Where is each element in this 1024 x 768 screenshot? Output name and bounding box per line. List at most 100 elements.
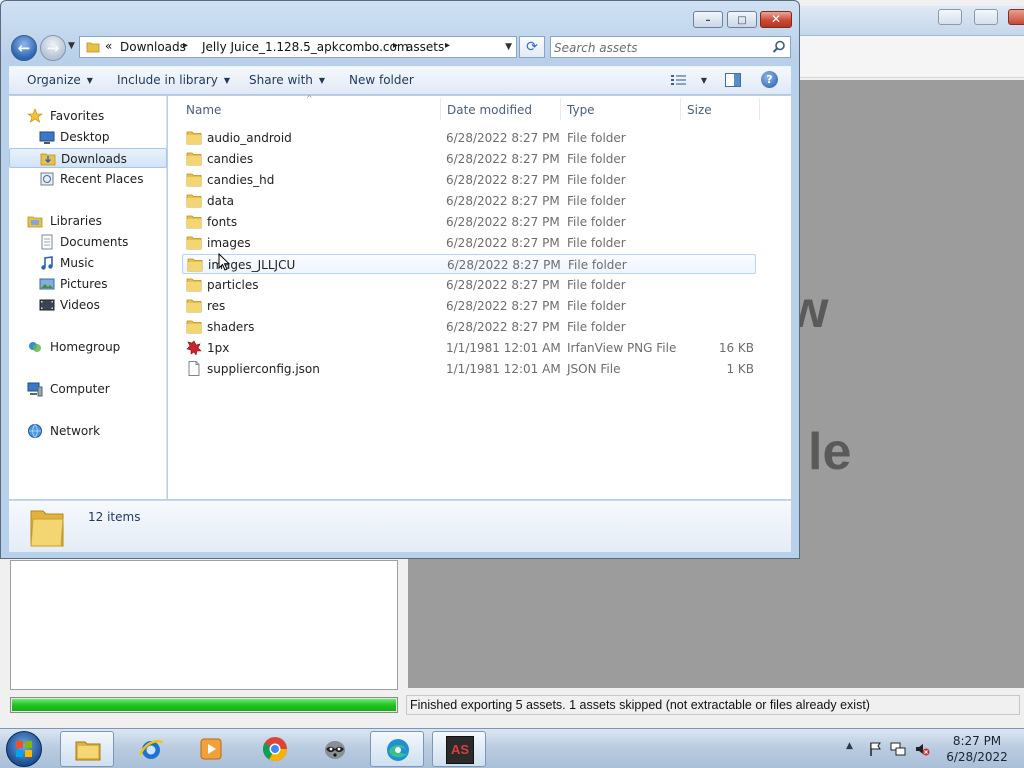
minimize-button[interactable]: – <box>693 11 723 28</box>
libraries-icon <box>27 216 43 228</box>
windows-explorer-icon <box>75 741 101 761</box>
column-divider[interactable] <box>560 98 561 120</box>
taskbar-media-player[interactable] <box>184 731 238 767</box>
column-divider[interactable] <box>680 98 681 120</box>
nav-videos-label: Videos <box>60 298 100 312</box>
taskbar-raccoon-app[interactable] <box>308 731 362 767</box>
file-name: 1px <box>207 341 230 355</box>
column-header-type[interactable]: Type <box>567 103 595 117</box>
background-close-button[interactable] <box>1008 9 1024 25</box>
nav-computer-label: Computer <box>50 382 110 396</box>
back-button[interactable]: ← <box>11 35 37 61</box>
search-box[interactable] <box>550 36 791 58</box>
taskbar-explorer[interactable] <box>60 731 114 767</box>
refresh-button[interactable]: ⟳ <box>519 36 545 58</box>
address-bar[interactable]: « Downloads ▸ Jelly Juice_1.128.5_apkcom… <box>79 36 517 58</box>
organize-menu[interactable]: Organize ▼ <box>27 73 93 87</box>
breadcrumb-overflow[interactable]: « <box>105 39 112 53</box>
nav-libraries[interactable]: Libraries <box>9 211 167 231</box>
file-row[interactable]: particles 6/28/2022 8:27 PM File folder <box>182 275 756 295</box>
file-row[interactable]: 1px 1/1/1981 12:01 AM IrfanView PNG File… <box>182 338 756 358</box>
file-date: 6/28/2022 8:27 PM <box>446 236 560 250</box>
file-size: 16 KB <box>718 341 754 355</box>
file-type: File folder <box>567 236 626 250</box>
nav-videos[interactable]: Videos <box>9 295 167 315</box>
background-maximize-button[interactable] <box>974 9 998 25</box>
close-button[interactable]: ✕ <box>760 11 792 28</box>
taskbar-edge[interactable] <box>370 731 424 767</box>
search-input[interactable] <box>554 39 764 56</box>
clock-time[interactable]: 8:27 PM <box>942 734 1012 748</box>
nav-documents[interactable]: Documents <box>9 232 167 252</box>
nav-computer[interactable]: Computer <box>9 379 167 399</box>
column-divider[interactable] <box>759 98 760 120</box>
file-row[interactable]: fonts 6/28/2022 8:27 PM File folder <box>182 212 756 232</box>
action-center-flag-icon[interactable] <box>868 741 884 757</box>
column-divider[interactable] <box>440 98 441 120</box>
breadcrumb-assets[interactable]: assets <box>406 40 444 54</box>
background-minimize-button[interactable] <box>938 9 962 25</box>
help-button[interactable]: ? <box>761 71 778 88</box>
preview-pane-button[interactable] <box>725 73 741 87</box>
file-row[interactable]: shaders 6/28/2022 8:27 PM File folder <box>182 317 756 337</box>
network-icon <box>28 424 42 438</box>
file-row[interactable]: images_JLLJCU 6/28/2022 8:27 PM File fol… <box>182 254 756 274</box>
file-row[interactable]: supplierconfig.json 1/1/1981 12:01 AM JS… <box>182 359 756 379</box>
network-tray-icon[interactable] <box>890 741 906 757</box>
address-dropdown-icon[interactable]: ▼ <box>505 42 512 52</box>
share-with-menu[interactable]: Share with ▼ <box>249 73 325 87</box>
volume-muted-icon[interactable] <box>914 741 930 757</box>
breadcrumb-separator[interactable]: ▸ <box>445 40 450 51</box>
nav-downloads[interactable]: Downloads <box>9 148 167 168</box>
nav-favorites[interactable]: Favorites <box>9 106 167 126</box>
file-row[interactable]: candies_hd 6/28/2022 8:27 PM File folder <box>182 170 756 190</box>
start-button[interactable] <box>6 731 42 767</box>
nav-homegroup[interactable]: Homegroup <box>9 337 167 357</box>
breadcrumb-separator[interactable]: ▸ <box>183 40 188 51</box>
desktop-icon <box>39 131 55 144</box>
column-header-size[interactable]: Size <box>687 103 712 117</box>
background-menubar <box>790 36 1024 78</box>
breadcrumb-jelly-juice[interactable]: Jelly Juice_1.128.5_apkcombo.com <box>202 40 409 54</box>
asset-studio-logo-text: AS <box>450 742 470 757</box>
file-name: candies_hd <box>207 173 275 187</box>
nav-recent-places[interactable]: Recent Places <box>9 169 167 189</box>
large-folder-icon <box>30 510 64 547</box>
file-row[interactable]: audio_android 6/28/2022 8:27 PM File fol… <box>182 128 756 148</box>
file-row[interactable]: res 6/28/2022 8:27 PM File folder <box>182 296 756 316</box>
nav-music[interactable]: Music <box>9 253 167 273</box>
file-row[interactable]: images 6/28/2022 8:27 PM File folder <box>182 233 756 253</box>
file-row[interactable]: data 6/28/2022 8:27 PM File folder <box>182 191 756 211</box>
progress-fill <box>12 699 396 711</box>
taskbar-chrome[interactable] <box>248 731 302 767</box>
column-header-name[interactable]: Name <box>186 103 221 117</box>
file-row[interactable]: candies 6/28/2022 8:27 PM File folder <box>182 149 756 169</box>
file-name: data <box>207 194 235 208</box>
taskbar-asset-studio[interactable]: AS <box>432 731 486 767</box>
show-hidden-icons-button[interactable]: ▲ <box>846 741 853 751</box>
column-header-date-modified[interactable]: Date modified <box>447 103 532 117</box>
asset-list-panel[interactable] <box>10 560 398 690</box>
maximize-button[interactable]: □ <box>727 11 757 28</box>
nav-pictures[interactable]: Pictures <box>9 274 167 294</box>
search-icon[interactable] <box>772 40 786 54</box>
change-view-button[interactable]: ▼ <box>671 72 707 86</box>
clock-date[interactable]: 6/28/2022 <box>942 750 1012 764</box>
file-type: File folder <box>567 131 626 145</box>
nav-desktop[interactable]: Desktop <box>9 127 167 147</box>
recent-pages-dropdown[interactable]: ▼ <box>68 41 75 51</box>
folder-icon <box>186 194 202 208</box>
command-bar: Organize ▼ Include in library ▼ Share with… <box>9 66 791 95</box>
include-in-library-menu[interactable]: Include in library ▼ <box>117 73 230 87</box>
breadcrumb-separator[interactable]: ▸ <box>393 40 398 51</box>
taskbar-internet-explorer[interactable] <box>124 731 178 767</box>
nav-network[interactable]: Network <box>9 421 167 441</box>
new-folder-button[interactable]: New folder <box>349 73 414 87</box>
preview-text-2: le <box>808 423 852 481</box>
windows-logo-icon <box>16 741 32 757</box>
chevron-down-icon: ▼ <box>86 76 93 85</box>
nav-downloads-label: Downloads <box>61 152 127 166</box>
videos-icon <box>39 299 55 311</box>
forward-button[interactable]: → <box>40 35 66 61</box>
breadcrumb-downloads[interactable]: Downloads <box>120 40 186 54</box>
